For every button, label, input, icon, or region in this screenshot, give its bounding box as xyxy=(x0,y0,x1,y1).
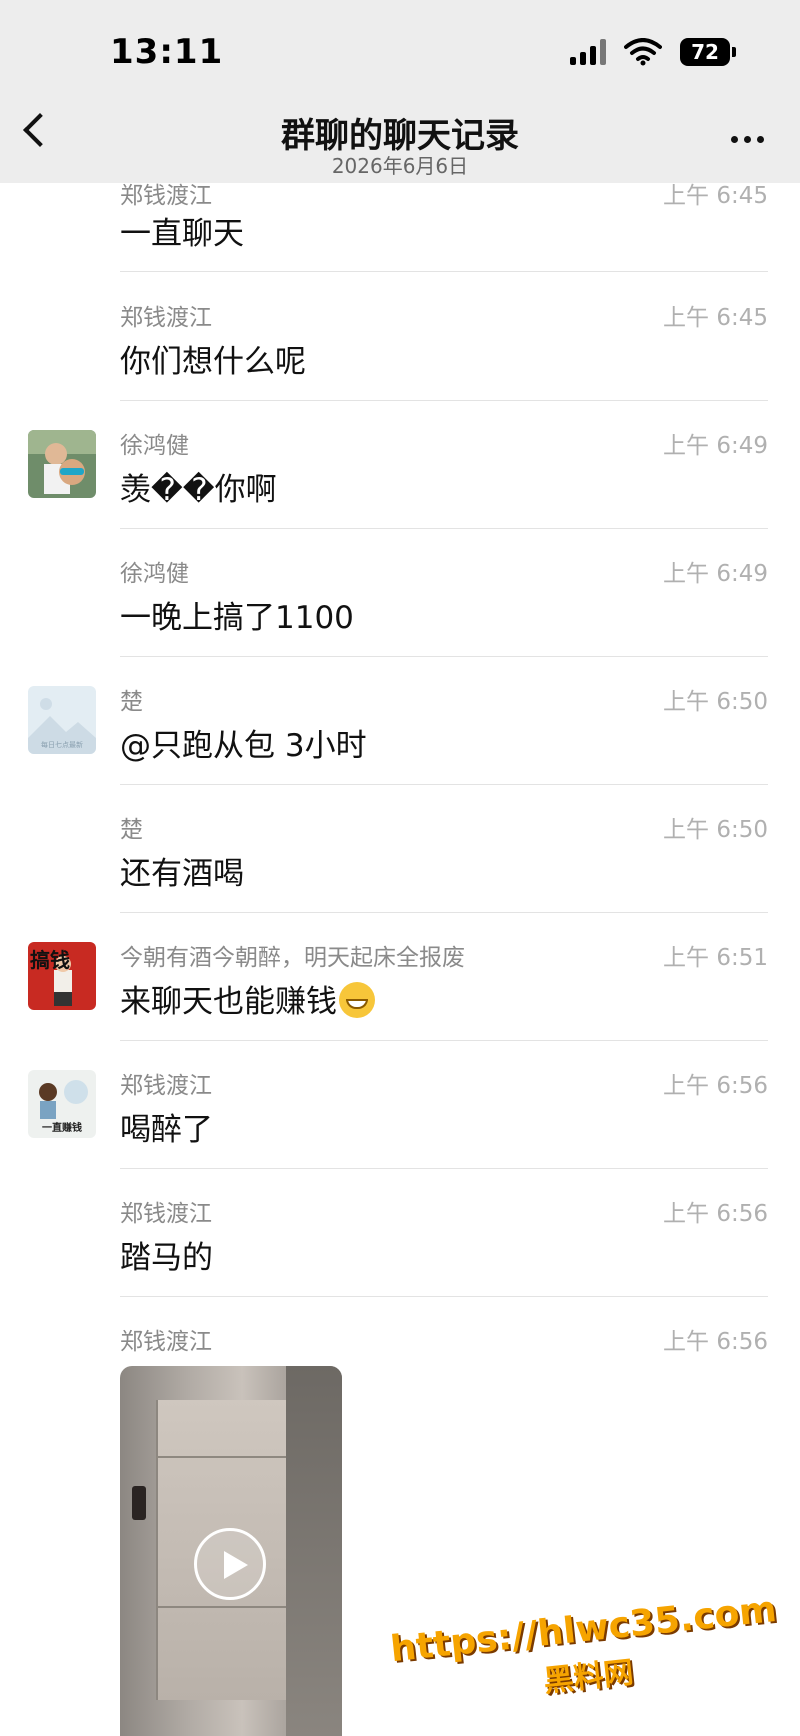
message-time: 上午 6:56 xyxy=(663,1329,768,1355)
message-text-content: 来聊天也能赚钱 xyxy=(120,984,337,1020)
message-text: 喝醉了 xyxy=(120,1112,213,1148)
page-date: 2026年6月6日 xyxy=(331,154,469,178)
message-item[interactable]: 每日七点最新 楚 上午 6:50 @只跑从包 3小时 xyxy=(0,678,800,806)
panel-seam xyxy=(156,1456,286,1458)
message-time: 上午 6:50 xyxy=(663,689,768,715)
divider xyxy=(120,1296,768,1297)
message-item[interactable]: 楚 上午 6:50 还有酒喝 xyxy=(0,806,800,934)
avatar[interactable]: 每日七点最新 xyxy=(28,686,96,754)
message-item[interactable]: 一直赚钱 郑钱渡江 上午 6:56 喝醉了 xyxy=(0,1062,800,1190)
avatar-caption: 每日七点最新 xyxy=(41,741,83,749)
message-item[interactable]: 搞钱 今朝有酒今朝醉，明天起床全报废 上午 6:51 来聊天也能赚钱 xyxy=(0,934,800,1062)
message-item[interactable]: 郑钱渡江 上午 6:45 你们想什么呢 xyxy=(0,294,800,422)
divider xyxy=(120,656,768,657)
divider xyxy=(120,1040,768,1041)
message-item[interactable]: 郑钱渡江 上午 6:45 一直聊天 xyxy=(0,166,800,294)
message-time: 上午 6:56 xyxy=(663,1201,768,1227)
wifi-icon xyxy=(624,38,662,66)
panel-seam xyxy=(156,1606,286,1608)
watermark: https://hlwc35.com 黑料网 xyxy=(389,1589,784,1716)
divider xyxy=(120,528,768,529)
message-text: 你们想什么呢 xyxy=(120,344,306,380)
avatar-text: 搞钱 xyxy=(30,948,70,972)
avatar[interactable] xyxy=(28,430,96,498)
message-sender: 今朝有酒今朝醉，明天起床全报废 xyxy=(120,945,465,971)
more-icon[interactable] xyxy=(731,136,764,143)
message-item[interactable]: 徐鸿健 上午 6:49 一晚上搞了1100 xyxy=(0,550,800,678)
message-sender: 楚 xyxy=(120,817,143,843)
top-bar: 13:11 72 群聊的聊天记录 2026年6月6日 xyxy=(0,0,800,183)
battery-icon: 72 xyxy=(680,38,736,66)
message-sender: 徐鸿健 xyxy=(120,433,189,459)
avatar[interactable]: 搞钱 xyxy=(28,942,96,1010)
divider xyxy=(120,1168,768,1169)
message-text: @只跑从包 3小时 xyxy=(120,728,367,764)
cellular-signal-icon xyxy=(570,39,606,65)
divider xyxy=(120,784,768,785)
avatar-photo-icon xyxy=(28,430,96,498)
avatar-caption: 一直赚钱 xyxy=(42,1123,82,1134)
battery-level: 72 xyxy=(691,40,719,64)
video-thumbnail[interactable] xyxy=(120,1366,342,1736)
divider xyxy=(120,400,768,401)
grin-emoji-icon xyxy=(339,982,375,1018)
message-item[interactable]: 徐鸿健 上午 6:49 羡��你啊 xyxy=(0,422,800,550)
message-sender: 郑钱渡江 xyxy=(120,1329,212,1355)
message-text: 还有酒喝 xyxy=(120,856,244,892)
message-sender: 郑钱渡江 xyxy=(120,1201,212,1227)
message-time: 上午 6:49 xyxy=(663,433,768,459)
avatar[interactable]: 一直赚钱 xyxy=(28,1070,96,1138)
message-sender: 徐鸿健 xyxy=(120,561,189,587)
message-time: 上午 6:45 xyxy=(663,305,768,331)
elevator-display xyxy=(132,1486,146,1520)
status-time: 13:11 xyxy=(110,32,224,72)
message-sender: 郑钱渡江 xyxy=(120,305,212,331)
message-text: 一晚上搞了1100 xyxy=(120,600,354,636)
message-text: 羡��你啊 xyxy=(120,472,277,508)
elevator-door xyxy=(286,1366,342,1736)
message-item[interactable]: 郑钱渡江 上午 6:56 踏马的 xyxy=(0,1190,800,1318)
message-time: 上午 6:50 xyxy=(663,817,768,843)
message-time: 上午 6:51 xyxy=(663,945,768,971)
message-sender: 楚 xyxy=(120,689,143,715)
status-icons: 72 xyxy=(570,38,736,66)
play-icon[interactable] xyxy=(194,1528,266,1600)
message-time: 上午 6:56 xyxy=(663,1073,768,1099)
divider xyxy=(120,912,768,913)
message-text: 踏马的 xyxy=(120,1240,213,1276)
message-text: 一直聊天 xyxy=(120,216,244,252)
divider xyxy=(120,271,768,272)
message-sender: 郑钱渡江 xyxy=(120,1073,212,1099)
message-time: 上午 6:49 xyxy=(663,561,768,587)
message-text: 来聊天也能赚钱 xyxy=(120,976,375,1021)
